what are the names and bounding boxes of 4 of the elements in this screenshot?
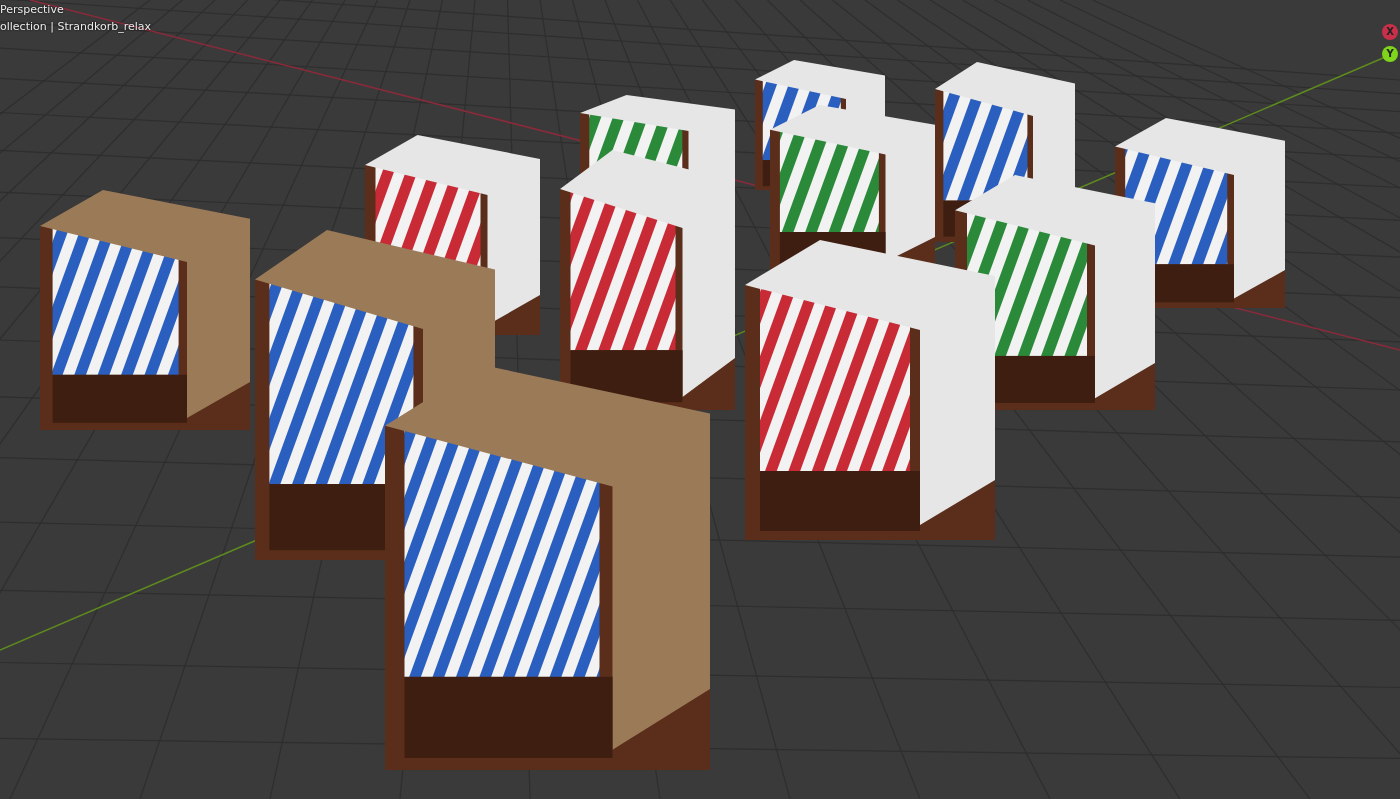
3d-viewport[interactable]: Perspective ollection | Strandkorb_relax X Y [0, 0, 1400, 799]
collection-path: ollection | Strandkorb_relax [0, 19, 151, 34]
axis-gizmo-handle[interactable]: Y [1382, 46, 1398, 62]
view-name: Perspective [0, 2, 65, 17]
